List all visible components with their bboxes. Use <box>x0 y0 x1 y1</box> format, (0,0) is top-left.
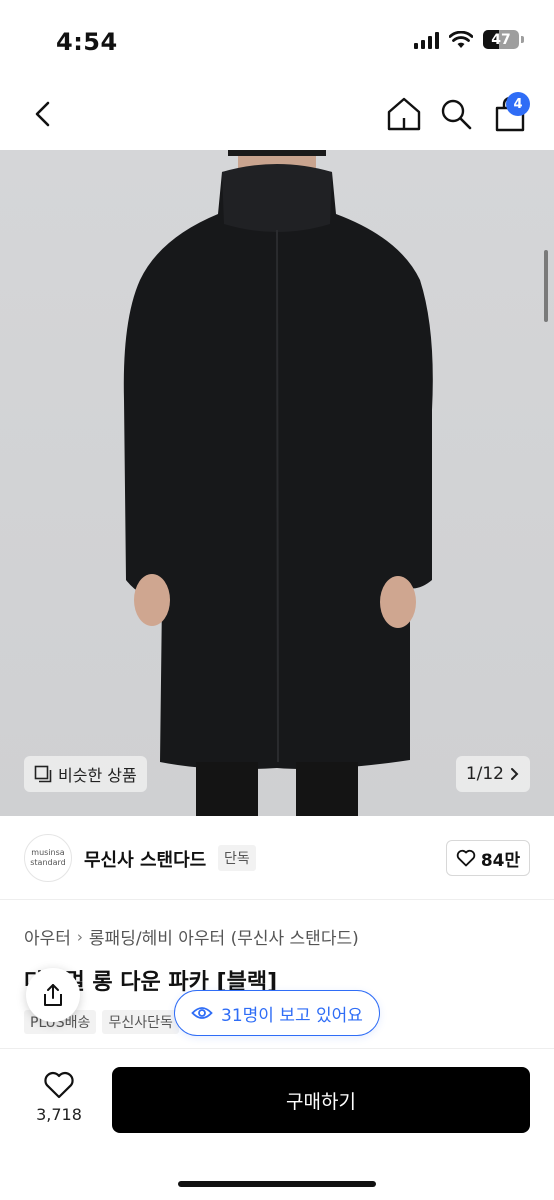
wishlist-button[interactable]: 3,718 <box>26 1071 92 1124</box>
back-chevron-icon[interactable] <box>26 96 62 132</box>
chevron-right-icon: › <box>76 927 83 946</box>
status-bar: 4:54 47 <box>0 0 554 80</box>
cart-count-badge: 4 <box>506 92 530 116</box>
home-indicator <box>178 1181 376 1187</box>
battery-level: 47 <box>491 31 511 48</box>
brand-name[interactable]: 무신사 스탠다드 <box>84 846 206 872</box>
search-icon[interactable] <box>436 94 476 134</box>
wifi-icon <box>449 30 473 48</box>
share-icon <box>44 984 62 1006</box>
brand-like-count: 84만 <box>480 850 521 871</box>
heart-icon <box>456 849 476 867</box>
share-button[interactable] <box>26 968 80 1022</box>
image-counter[interactable]: 1/12 <box>455 756 530 792</box>
similar-products-label: 비슷한 상품 <box>58 766 137 785</box>
chevron-right-icon <box>511 768 519 780</box>
brand-logo-line2: standard <box>30 858 66 867</box>
similar-products-icon <box>34 765 52 783</box>
image-counter-text: 1/12 <box>465 764 504 784</box>
brand-row: musinsa standard 무신사 스탠다드 단독 84만 <box>0 816 554 900</box>
wishlist-count: 3,718 <box>36 1105 82 1124</box>
home-icon[interactable] <box>384 94 424 134</box>
breadcrumb: 아우터 › 롱패딩/헤비 아우터 (무신사 스탠다드) <box>24 924 359 950</box>
status-time: 4:54 <box>56 28 118 56</box>
eye-icon <box>191 1007 213 1019</box>
breadcrumb-item[interactable]: 아우터 <box>24 924 71 949</box>
brand-logo-line1: musinsa <box>31 848 65 857</box>
product-tag: 무신사단독 <box>102 1010 179 1034</box>
product-image[interactable] <box>0 150 554 816</box>
exclusive-badge: 단독 <box>218 845 256 871</box>
similar-products-button[interactable]: 비슷한 상품 <box>24 756 147 792</box>
brand-like-button[interactable]: 84만 <box>446 840 530 876</box>
buy-button[interactable]: 구매하기 <box>112 1067 530 1133</box>
product-photo-illustration <box>123 150 433 816</box>
live-viewers-text: 31명이 보고 있어요 <box>221 1005 363 1026</box>
battery-tip <box>521 36 524 43</box>
battery-icon: 47 <box>483 30 519 49</box>
live-viewers-pill: 31명이 보고 있어요 <box>174 990 380 1036</box>
status-icons: 47 <box>414 30 524 49</box>
scroll-indicator[interactable] <box>544 250 548 322</box>
cellular-signal-icon <box>414 31 439 49</box>
heart-icon <box>44 1071 74 1099</box>
bottom-action-bar: 3,718 구매하기 <box>0 1048 554 1200</box>
top-nav <box>0 80 554 150</box>
brand-logo[interactable]: musinsa standard <box>24 834 72 882</box>
breadcrumb-item[interactable]: 롱패딩/헤비 아우터 (무신사 스탠다드) <box>89 924 359 949</box>
